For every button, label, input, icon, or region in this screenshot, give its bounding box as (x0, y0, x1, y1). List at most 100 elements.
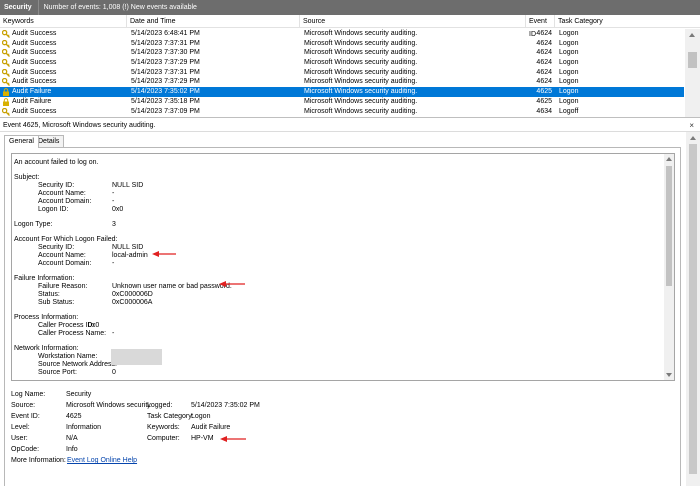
event-date-time: 5/14/2023 7:37:29 PM (131, 59, 200, 67)
event-date-time: 5/14/2023 7:37:30 PM (131, 49, 200, 57)
event-source: Microsoft Windows security auditing. (304, 68, 418, 76)
computer-label: Computer: (147, 435, 180, 442)
scroll-up-arrow-icon[interactable] (689, 33, 695, 37)
description-value: - (112, 330, 115, 337)
column-header-event-id[interactable]: Event ID (526, 15, 555, 38)
event-task-category: Logon (559, 49, 579, 57)
event-id: 4634 (536, 107, 552, 115)
event-keywords: Audit Failure (12, 97, 52, 105)
event-row[interactable]: Audit Success 5/14/2023 7:37:29 PM Microso… (0, 58, 684, 68)
key-icon (1, 49, 10, 58)
scroll-up-arrow-icon[interactable] (690, 136, 696, 140)
event-date-time: 5/14/2023 7:37:09 PM (131, 107, 200, 115)
scroll-down-arrow-icon[interactable] (666, 373, 672, 377)
more-information-label: More Information: (11, 457, 66, 464)
scroll-up-arrow-icon[interactable] (666, 157, 672, 161)
event-list-header: Keywords Date and Time Source Event ID T… (0, 15, 700, 38)
event-task-category: Logoff (559, 107, 579, 115)
event-id: 4624 (536, 30, 552, 37)
log-name-value: Security (66, 391, 92, 398)
event-row[interactable]: Audit Failure 5/14/2023 7:35:02 PM Microso… (0, 87, 684, 97)
event-id: 4625 (536, 97, 552, 105)
column-header-task-category[interactable]: Task Category (555, 15, 685, 28)
event-id-value: 4625 (66, 413, 82, 420)
key-icon (1, 78, 10, 87)
scrollbar-thumb[interactable] (688, 52, 697, 68)
key-icon (1, 39, 10, 48)
description-value: 0x0 (112, 206, 124, 213)
event-keywords: Audit Success (12, 68, 57, 76)
event-source: Microsoft Windows security auditing. (304, 78, 418, 86)
event-row[interactable]: Audit Success 5/14/2023 6:48:41 PM Microso… (0, 29, 684, 39)
task-category-value: Logon (191, 413, 211, 420)
event-id: 4624 (536, 78, 552, 86)
event-source: Microsoft Windows security auditing. (304, 88, 418, 96)
event-count-summary: Number of events: 1,008 (!) New events a… (43, 4, 197, 11)
event-date-time: 5/14/2023 6:48:41 PM (131, 30, 200, 37)
event-source: Microsoft Windows security auditing. (304, 49, 418, 57)
description-label: An account failed to log on. (14, 159, 99, 166)
description-value: 3 (112, 221, 116, 228)
user-label: User: (11, 435, 28, 442)
event-rows: Audit Success 5/14/2023 6:48:41 PM Microso… (0, 29, 684, 116)
description-label: Account Domain: (38, 260, 92, 267)
event-log-online-help-link[interactable]: Event Log Online Help (67, 456, 137, 466)
annotation-arrow-icon (152, 250, 176, 258)
user-value: N/A (66, 435, 78, 442)
event-date-time: 5/14/2023 7:37:31 PM (131, 39, 200, 47)
close-icon[interactable]: × (689, 119, 694, 132)
description-scrollbar[interactable] (664, 154, 674, 380)
opcode-label: OpCode: (11, 446, 40, 453)
description-value: 0xC000006A (112, 299, 153, 306)
column-header-source[interactable]: Source (300, 15, 526, 28)
scrollbar-thumb[interactable] (689, 144, 697, 474)
event-description[interactable]: An account failed to log on. Subject: Secu… (11, 153, 675, 381)
level-label: Level: (11, 424, 30, 431)
description-value: - (112, 260, 115, 267)
event-date-time: 5/14/2023 7:37:31 PM (131, 68, 200, 76)
event-row[interactable]: Audit Success 5/14/2023 7:37:31 PM Microso… (0, 68, 684, 78)
event-list-scrollbar[interactable] (685, 29, 700, 117)
scrollbar-thumb[interactable] (666, 166, 672, 286)
event-task-category: Logon (559, 39, 579, 47)
event-keywords: Audit Success (12, 107, 57, 115)
log-name-label: Log Name: (11, 391, 46, 398)
event-row[interactable]: Audit Success 5/14/2023 7:37:31 PM Microso… (0, 39, 684, 49)
event-source: Microsoft Windows security auditing. (304, 30, 418, 37)
event-keywords: Audit Success (12, 30, 57, 37)
key-icon (1, 107, 10, 116)
column-header-date-time[interactable]: Date and Time (127, 15, 300, 28)
key-icon (1, 68, 10, 77)
description-label: Logon ID: (38, 206, 69, 213)
event-log-titlebar: Security Number of events: 1,008 (!) New… (0, 0, 700, 15)
event-keywords: Audit Success (12, 49, 57, 57)
column-header-keywords[interactable]: Keywords (0, 15, 127, 28)
description-value: NULL SID (112, 182, 144, 189)
opcode-value: Info (66, 446, 78, 453)
event-row[interactable]: Audit Success 5/14/2023 7:37:30 PM Microso… (0, 48, 684, 58)
event-date-time: 5/14/2023 7:35:02 PM (131, 88, 200, 96)
description-label: Sub Status: (38, 299, 75, 306)
description-label: Subject: (14, 174, 40, 181)
event-row[interactable]: Audit Success 5/14/2023 7:37:29 PM Microso… (0, 77, 684, 87)
event-task-category: Logon (559, 78, 579, 86)
event-row[interactable]: Audit Failure 5/14/2023 7:35:18 PM Microso… (0, 97, 684, 107)
event-id: 4624 (536, 59, 552, 67)
event-keywords: Audit Success (12, 39, 57, 47)
description-label: Caller Process Name: (38, 330, 107, 337)
annotation-arrow-icon (220, 435, 246, 443)
event-detail-header: Event 4625, Microsoft Windows security a… (0, 119, 700, 132)
event-list[interactable]: Keywords Date and Time Source Event ID T… (0, 15, 700, 118)
detail-pane-scrollbar[interactable] (686, 132, 700, 486)
event-date-time: 5/14/2023 7:35:18 PM (131, 97, 200, 105)
level-value: Information (66, 424, 102, 431)
keywords-label: Keywords: (147, 424, 180, 431)
event-task-category: Logon (559, 88, 579, 96)
event-id: 4624 (536, 49, 552, 57)
event-keywords: Audit Failure (12, 88, 52, 96)
event-row[interactable]: Audit Success 5/14/2023 7:37:09 PM Microso… (0, 107, 684, 117)
logged-label: Logged: (147, 402, 173, 409)
tab-general[interactable]: General (4, 135, 39, 148)
computer-value: HP-VM (191, 435, 214, 442)
event-task-category: Logon (559, 68, 579, 76)
